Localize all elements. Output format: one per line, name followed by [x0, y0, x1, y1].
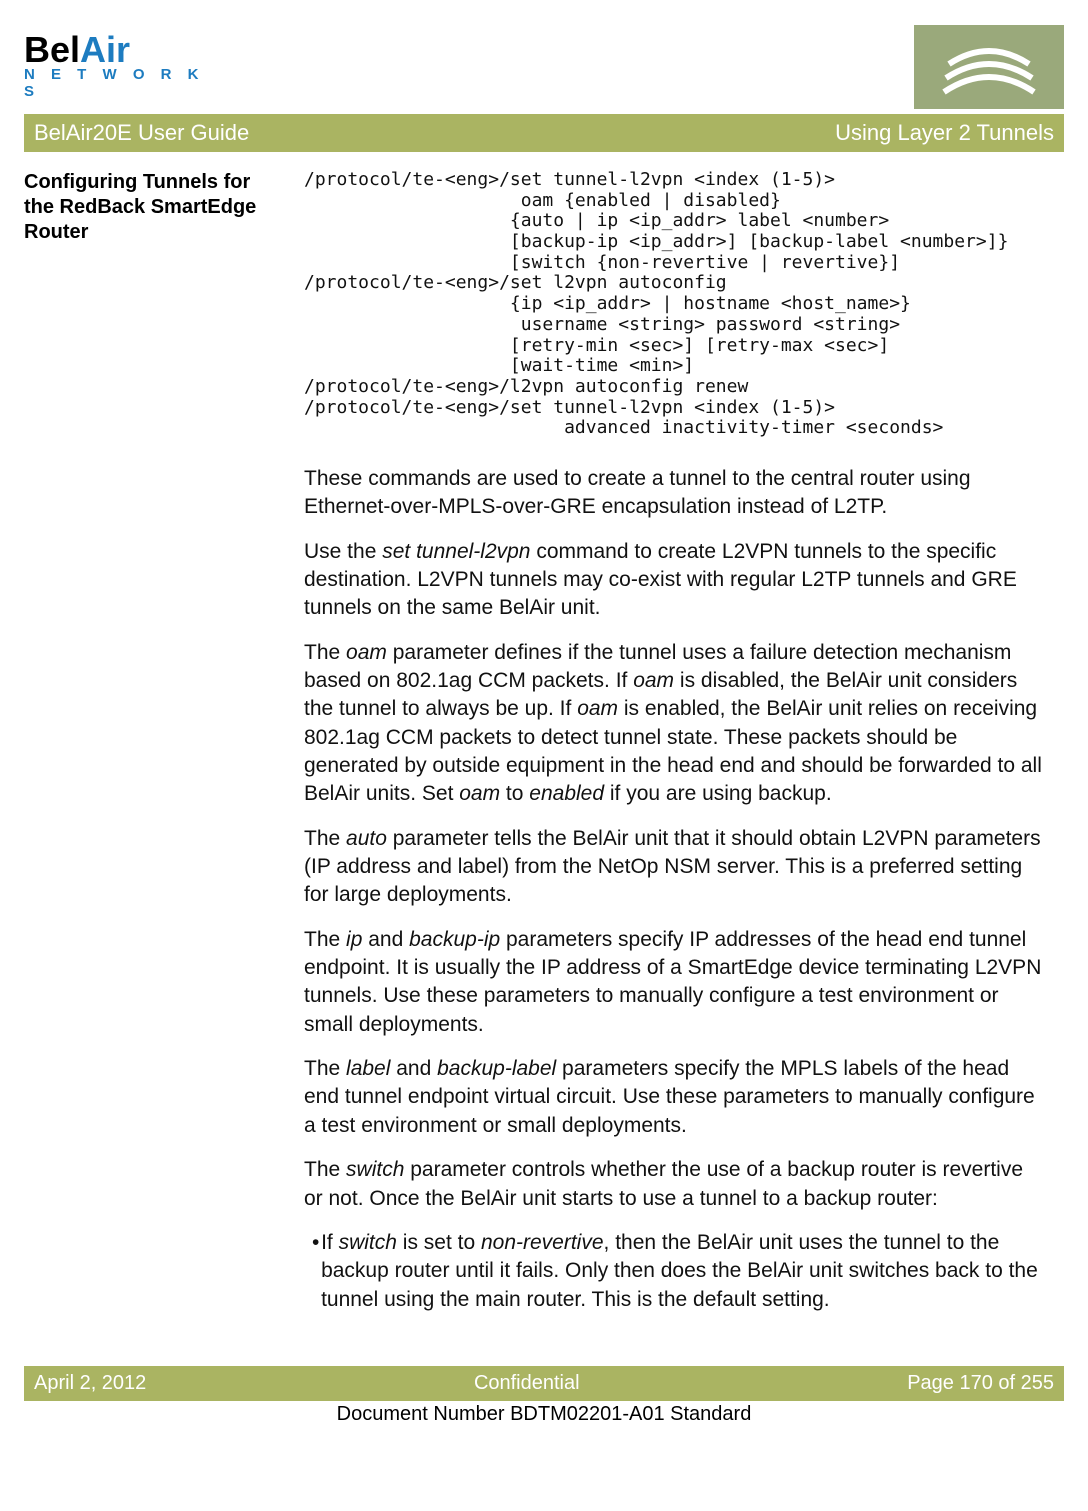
- para-intro: These commands are used to create a tunn…: [304, 465, 1044, 522]
- guide-title: BelAir20E User Guide: [34, 120, 249, 146]
- brand-name: BelAir: [24, 34, 214, 66]
- brand-sub: N E T W O R K S: [24, 66, 214, 100]
- doc-number: Document Number BDTM02201-A01 Standard: [24, 1401, 1064, 1434]
- wave-icon: [914, 25, 1064, 109]
- footer-confidential: Confidential: [474, 1372, 580, 1395]
- code-block: /protocol/te-<eng>/set tunnel-l2vpn <ind…: [304, 170, 1044, 439]
- bullet-nonrevertive: • If switch is set to non-revertive, the…: [312, 1229, 1044, 1314]
- para-auto: The auto parameter tells the BelAir unit…: [304, 825, 1044, 910]
- footer-bar: April 2, 2012 Confidential Page 170 of 2…: [24, 1366, 1064, 1401]
- title-bar: BelAir20E User Guide Using Layer 2 Tunne…: [24, 114, 1064, 152]
- footer-page: Page 170 of 255: [907, 1372, 1054, 1395]
- section-title: Using Layer 2 Tunnels: [835, 120, 1054, 146]
- para-label: The label and backup-label parameters sp…: [304, 1055, 1044, 1140]
- side-heading: Configuring Tunnels for the RedBack Smar…: [24, 170, 274, 1328]
- main-content: /protocol/te-<eng>/set tunnel-l2vpn <ind…: [304, 170, 1044, 1328]
- para-ip: The ip and backup-ip parameters specify …: [304, 926, 1044, 1039]
- para-switch: The switch parameter controls whether th…: [304, 1156, 1044, 1213]
- bullet-icon: •: [312, 1229, 321, 1314]
- header-row: BelAir N E T W O R K S: [24, 20, 1064, 114]
- brand-logo: BelAir N E T W O R K S: [24, 34, 214, 100]
- para-oam: The oam parameter defines if the tunnel …: [304, 639, 1044, 809]
- footer-date: April 2, 2012: [34, 1372, 146, 1395]
- para-set-tunnel: Use the set tunnel-l2vpn command to crea…: [304, 538, 1044, 623]
